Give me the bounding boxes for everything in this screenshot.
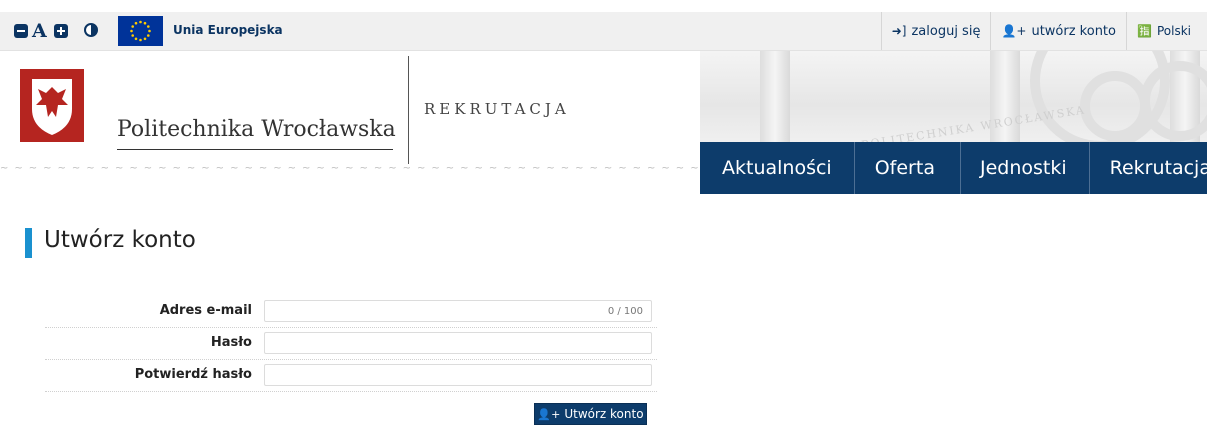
nav-item-jednostki[interactable]: Jednostki [961,142,1090,194]
language-select[interactable]: 🈯 Polski ⌄ [1126,12,1207,50]
nav-item-aktualnosci[interactable]: Aktualności [700,142,855,194]
font-size-label[interactable]: A [32,20,47,42]
password-label: Hasło [210,335,252,350]
nav-item-oferta[interactable]: Oferta [855,142,961,194]
top-bar: A Unia Europejska ➜] zaloguj się 👤+ utwó… [0,12,1207,51]
font-increase-icon[interactable] [54,24,68,38]
confirm-password-field[interactable] [264,364,652,386]
page-title: Utwórz konto [44,227,196,253]
logo-underline [117,149,393,150]
register-label: utwórz konto [1031,23,1116,39]
login-link[interactable]: ➜] zaloguj się [880,12,991,50]
header-divider [408,56,409,164]
font-decrease-icon[interactable] [14,24,28,38]
register-link[interactable]: 👤+ utwórz konto [990,12,1126,50]
email-label: Adres e-mail [159,303,252,318]
sign-in-icon: ➜] [891,24,907,38]
create-account-label: Utwórz konto [564,407,644,421]
section-title[interactable]: REKRUTACJA [424,100,570,118]
main-nav: Aktualności Oferta Jednostki Rekrutacja [700,142,1207,194]
university-logo[interactable] [20,69,84,142]
language-label: Polski [1156,24,1191,38]
password-row: Hasło [45,329,657,360]
password-field[interactable] [264,332,652,354]
nav-item-rekrutacja[interactable]: Rekrutacja [1090,142,1207,194]
email-char-counter: 0 / 100 [607,306,643,317]
account-links: ➜] zaloguj się 👤+ utwórz konto 🈯 Polski … [880,12,1207,50]
title-accent-bar [25,228,32,258]
contrast-icon[interactable] [84,23,98,37]
login-label: zaloguj się [911,23,981,39]
email-row: Adres e-mail 0 / 100 [45,297,657,328]
decorative-wave: ~~~~~~~~~~~~~~~~~~~~~~~~~~~~~~~~~~~~~~~~… [0,163,700,173]
create-account-button[interactable]: 👤+ Utwórz konto [534,403,647,425]
language-icon: 🈯 [1137,24,1152,38]
university-name: Politechnika Wrocławska [117,117,396,142]
eu-label[interactable]: Unia Europejska [173,23,283,37]
user-plus-icon: 👤+ [537,407,561,421]
eu-flag-icon [118,16,163,46]
confirm-password-row: Potwierdź hasło [45,361,657,392]
confirm-password-label: Potwierdź hasło [134,367,252,382]
email-field[interactable]: 0 / 100 [264,300,652,322]
user-plus-icon: 👤+ [1001,24,1027,38]
site-header: POLITECHNIKA WROCŁAWSKA Politechnika Wro… [0,51,1207,201]
